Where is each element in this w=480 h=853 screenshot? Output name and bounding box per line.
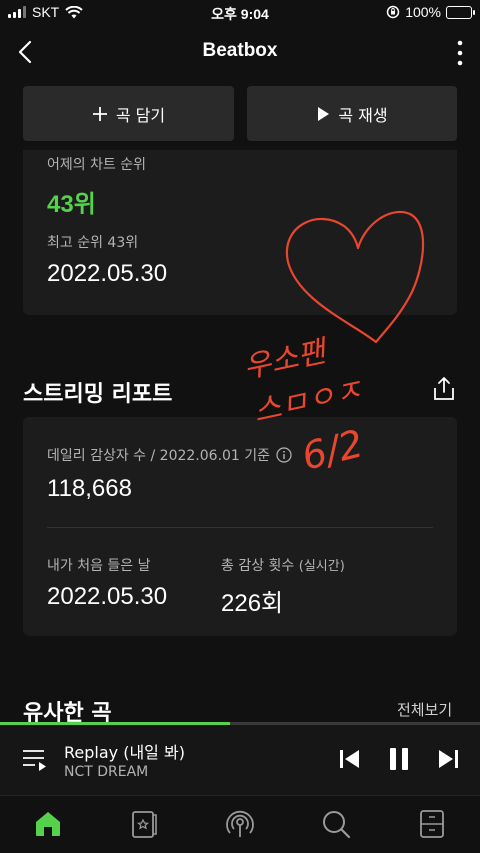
- plus-icon: [92, 106, 107, 121]
- next-track-icon[interactable]: [435, 746, 461, 772]
- library-icon[interactable]: [128, 808, 160, 840]
- more-options-icon[interactable]: [456, 40, 464, 66]
- now-playing-artist: NCT DREAM: [64, 764, 149, 780]
- streaming-report-card: 데일리 감상자 수 / 2022.06.01 기준 118,668 내가 처음 …: [23, 417, 457, 636]
- top-bar: Beatbox: [0, 26, 480, 78]
- play-icon: [318, 106, 330, 121]
- playlist-queue-icon[interactable]: [22, 747, 48, 773]
- play-song-label: 곡 재생: [338, 105, 388, 125]
- info-icon[interactable]: [276, 447, 292, 463]
- now-playing-title: Replay (내일 봐): [64, 743, 185, 762]
- see-all-link[interactable]: 전체보기: [397, 699, 452, 720]
- battery-percent: 100%: [405, 4, 441, 20]
- yesterday-rank-label: 어제의 차트 순위: [47, 157, 147, 173]
- first-heard-value: 2022.05.30: [47, 583, 168, 610]
- daily-listeners-label: 데일리 감상자 수 / 2022.06.01 기준: [47, 448, 271, 464]
- best-rank-date: 2022.05.30: [47, 260, 168, 287]
- daily-listeners-row: 데일리 감상자 수 / 2022.06.01 기준: [47, 445, 292, 465]
- share-icon[interactable]: [432, 376, 456, 402]
- mini-player[interactable]: Replay (내일 봐) NCT DREAM: [0, 725, 480, 795]
- total-plays-value: 226회: [221, 590, 284, 617]
- yesterday-rank-value: 43위: [47, 191, 96, 218]
- podcast-icon[interactable]: [224, 808, 256, 840]
- bottom-tab-bar: [0, 795, 480, 853]
- daily-listeners-value: 118,668: [47, 475, 132, 502]
- total-plays-realtime-label: (실시간): [298, 559, 345, 574]
- chart-rank-card: 어제의 차트 순위 43위 최고 순위 43위 2022.05.30: [23, 150, 457, 315]
- pause-icon[interactable]: [386, 746, 412, 772]
- page-title: Beatbox: [202, 40, 278, 61]
- status-right: 100%: [386, 4, 475, 20]
- total-plays-label-row: 총 감상 횟수 (실시간): [221, 555, 345, 575]
- play-song-button[interactable]: 곡 재생: [247, 86, 457, 141]
- storage-icon[interactable]: [416, 808, 448, 840]
- status-bar: SKT 오후 9:04 100%: [0, 0, 480, 26]
- search-icon[interactable]: [320, 808, 352, 840]
- add-song-label: 곡 담기: [115, 105, 166, 125]
- report-divider: [47, 527, 433, 528]
- add-song-button[interactable]: 곡 담기: [23, 86, 234, 141]
- home-icon[interactable]: [32, 808, 64, 840]
- orientation-lock-icon: [386, 5, 400, 19]
- previous-track-icon[interactable]: [337, 746, 363, 772]
- streaming-report-title: 스트리밍 리포트: [23, 382, 173, 407]
- best-rank-label: 최고 순위 43위: [47, 235, 139, 251]
- battery-icon: [446, 5, 475, 19]
- annotation-line-1: 우소팬: [240, 334, 332, 386]
- total-plays-label: 총 감상 횟수: [221, 558, 295, 574]
- first-heard-label: 내가 처음 들은 날: [47, 558, 151, 574]
